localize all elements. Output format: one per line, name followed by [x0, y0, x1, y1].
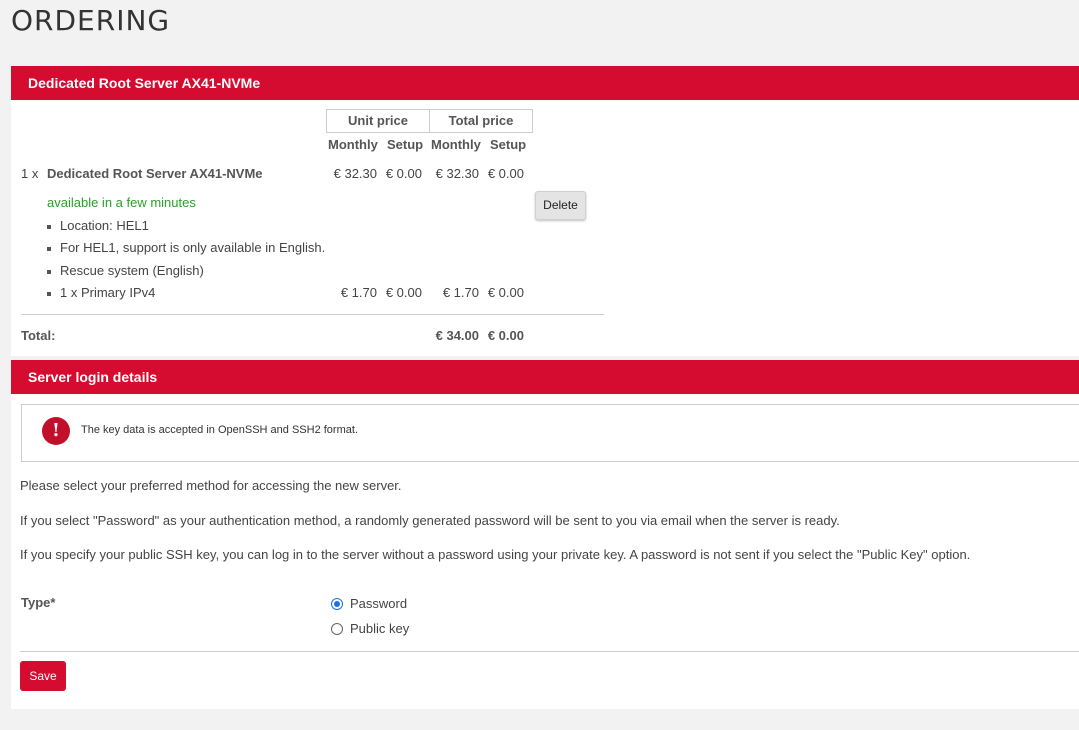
login-panel-header: Server login details	[11, 360, 1079, 394]
col-unit-monthly: Monthly	[328, 137, 378, 152]
radio-public-key-label[interactable]: Public key	[350, 621, 409, 636]
ssh-key-explanation: If you specify your public SSH key, you …	[20, 547, 971, 562]
item-unit-monthly: € 32.30	[333, 166, 377, 181]
info-notice: ! The key data is accepted in OpenSSH an…	[21, 404, 1079, 462]
total-price-header: Total price	[429, 109, 533, 133]
item-unit-setup: € 0.00	[385, 166, 422, 181]
bullet-icon	[47, 270, 51, 274]
col-total-monthly: Monthly	[431, 137, 481, 152]
item-total-setup: € 0.00	[487, 166, 524, 181]
order-panel-header: Dedicated Root Server AX41-NVMe	[11, 66, 1079, 100]
order-table: Unit price Total price Monthly Setup Mon…	[11, 100, 1079, 356]
col-unit-setup: Setup	[387, 137, 424, 152]
unit-price-header: Unit price	[326, 109, 430, 133]
ipv4-total-setup: € 0.00	[487, 285, 524, 300]
login-panel: Server login details ! The key data is a…	[11, 360, 1079, 709]
detail-support-language: For HEL1, support is only available in E…	[60, 240, 326, 255]
bullet-icon	[47, 247, 51, 251]
radio-button[interactable]	[331, 622, 343, 635]
bullet-icon	[47, 292, 51, 296]
detail-rescue-system: Rescue system (English)	[60, 263, 204, 278]
info-text: The key data is accepted in OpenSSH and …	[81, 424, 358, 436]
save-button[interactable]: Save	[20, 661, 66, 691]
divider	[21, 314, 604, 315]
radio-public-key[interactable]: Public key	[331, 621, 409, 636]
delete-button[interactable]: Delete	[535, 191, 586, 220]
exclamation-icon: !	[42, 417, 70, 445]
type-label: Type*	[21, 595, 56, 610]
detail-ipv4: 1 x Primary IPv4	[60, 285, 156, 300]
page-title: ORDERING	[11, 4, 171, 37]
item-name: Dedicated Root Server AX41-NVMe	[47, 166, 263, 181]
detail-location: Location: HEL1	[60, 218, 149, 233]
total-setup: € 0.00	[487, 328, 524, 343]
availability-status: available in a few minutes	[47, 195, 196, 210]
radio-password[interactable]: Password	[331, 596, 407, 611]
password-explanation: If you select "Password" as your authent…	[20, 513, 840, 528]
instruction-text: Please select your preferred method for …	[20, 478, 402, 493]
radio-button-checked[interactable]	[331, 597, 343, 610]
total-label: Total:	[21, 328, 56, 343]
ipv4-unit-setup: € 0.00	[385, 285, 422, 300]
ipv4-unit-monthly: € 1.70	[340, 285, 377, 300]
bullet-icon	[47, 225, 51, 229]
ipv4-total-monthly: € 1.70	[442, 285, 479, 300]
divider	[20, 651, 1079, 652]
order-panel: Dedicated Root Server AX41-NVMe Unit pri…	[11, 66, 1079, 356]
radio-password-label[interactable]: Password	[350, 596, 407, 611]
item-total-monthly: € 32.30	[435, 166, 479, 181]
item-qty: 1 x	[21, 166, 39, 181]
total-monthly: € 34.00	[435, 328, 479, 343]
col-total-setup: Setup	[490, 137, 527, 152]
